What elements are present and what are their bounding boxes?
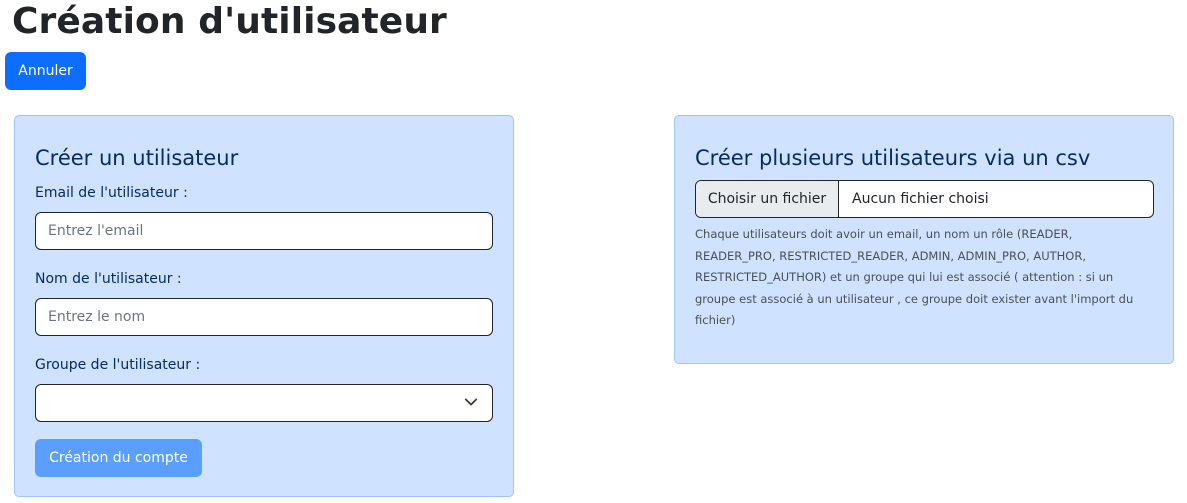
cancel-button[interactable]: Annuler bbox=[5, 52, 86, 90]
create-user-card: Créer un utilisateur Email de l'utilisat… bbox=[14, 115, 514, 497]
group-select[interactable] bbox=[35, 384, 493, 422]
name-label: Nom de l'utilisateur : bbox=[35, 271, 182, 287]
choose-file-button[interactable]: Choisir un fichier bbox=[696, 181, 839, 217]
group-label: Groupe de l'utilisateur : bbox=[35, 357, 201, 373]
csv-help-text: Chaque utilisateurs doit avoir un email,… bbox=[695, 227, 1134, 327]
file-status: Aucun fichier choisi bbox=[852, 191, 989, 207]
csv-import-title: Créer plusieurs utilisateurs via un csv bbox=[695, 146, 1091, 170]
page: Création d'utilisateur Annuler Créer un … bbox=[0, 0, 1187, 503]
page-title: Création d'utilisateur bbox=[12, 1, 447, 42]
create-user-title: Créer un utilisateur bbox=[35, 146, 239, 170]
csv-import-card: Créer plusieurs utilisateurs via un csv … bbox=[674, 115, 1174, 364]
email-label: Email de l'utilisateur : bbox=[35, 185, 188, 201]
csv-file-input[interactable]: Choisir un fichier Aucun fichier choisi bbox=[695, 180, 1154, 218]
name-field[interactable] bbox=[35, 298, 493, 336]
chevron-down-icon bbox=[464, 398, 478, 406]
email-field[interactable] bbox=[35, 212, 493, 250]
create-account-button[interactable]: Création du compte bbox=[35, 439, 202, 477]
